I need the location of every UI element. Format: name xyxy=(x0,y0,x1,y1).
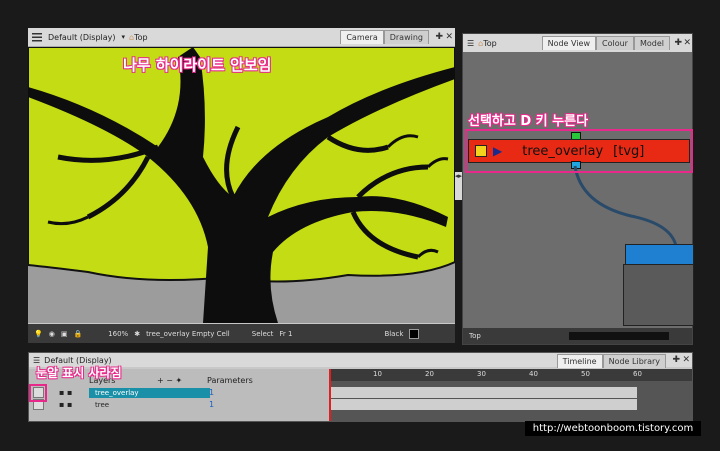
frame-track[interactable] xyxy=(329,399,637,410)
lock-toggle[interactable]: ▪ ▪ xyxy=(59,388,72,397)
layer-name[interactable]: tree_overlay xyxy=(89,387,210,398)
tab-node-view[interactable]: Node View xyxy=(541,36,596,50)
view-mode-select[interactable]: Default (Display) xyxy=(48,33,116,42)
camera-stage[interactable] xyxy=(28,47,455,323)
tab-node-library[interactable]: Node Library xyxy=(602,354,666,368)
tree-drawing xyxy=(28,47,455,323)
breadcrumb[interactable]: Top xyxy=(134,33,148,42)
playhead[interactable] xyxy=(329,369,331,421)
eye-highlight-box xyxy=(29,384,47,402)
current-color: Black xyxy=(384,329,404,338)
lock-icon[interactable]: 🔒 xyxy=(73,330,82,338)
tab-colour[interactable]: Colour xyxy=(596,36,634,50)
timeline-panel: ☰ Default (Display) Timeline Node Librar… xyxy=(28,352,693,422)
camera-footer: 💡 ◉ ▣ 🔒 160% ✱ tree_overlay Empty Cell S… xyxy=(28,324,455,343)
menu-icon[interactable] xyxy=(32,32,44,42)
frame-icon[interactable]: ▣ xyxy=(61,330,68,338)
dropdown-arrow-icon[interactable]: ▾ xyxy=(122,33,126,41)
add-view-icon[interactable]: ✚ xyxy=(435,32,443,42)
frame-track[interactable] xyxy=(329,387,637,398)
tab-model[interactable]: Model xyxy=(633,36,670,50)
node-view-panel: ☰ ⌂ Top Node View Colour Model ✚ ✕ ▶ tre… xyxy=(462,33,694,345)
frame-ruler[interactable]: 10 20 30 40 50 60 xyxy=(329,369,692,381)
eye-note: 눈알 표시 사라짐 xyxy=(36,366,122,380)
current-cell: tree_overlay Empty Cell xyxy=(146,329,230,338)
collapse-handle[interactable]: ◂▸ xyxy=(455,172,462,200)
camera-toolbar: Default (Display) ▾ ⌂ Top Camera Drawing… xyxy=(28,28,455,47)
footer-label: Top xyxy=(469,332,481,340)
watermark: http://webtoonboom.tistory.com xyxy=(525,421,701,436)
ruler-tick: 40 xyxy=(529,370,538,378)
onion-icon[interactable]: ◉ xyxy=(49,330,55,338)
layer-name[interactable]: tree xyxy=(89,400,210,410)
parameters-label: Parameters xyxy=(207,376,253,385)
close-icon[interactable]: ✕ xyxy=(682,355,690,365)
layer-row[interactable]: ▪ ▪ tree_overlay 1 xyxy=(29,387,329,398)
layer-value: 1 xyxy=(209,388,215,397)
lock-toggle[interactable]: ▪ ▪ xyxy=(59,400,72,409)
ruler-tick: 30 xyxy=(477,370,486,378)
close-icon[interactable]: ✕ xyxy=(445,32,453,42)
zoom-slider[interactable] xyxy=(568,332,669,340)
add-view-icon[interactable]: ✚ xyxy=(674,38,682,48)
color-swatch[interactable] xyxy=(409,328,420,339)
node-view-footer: Top xyxy=(463,328,692,344)
tab-drawing[interactable]: Drawing xyxy=(383,30,429,44)
frame-area[interactable]: 10 20 30 40 50 60 xyxy=(329,369,692,421)
node-highlight-box xyxy=(465,129,693,173)
ruler-tick: 50 xyxy=(581,370,590,378)
zoom-level[interactable]: 160% xyxy=(108,330,128,338)
ruler-tick: 20 xyxy=(425,370,434,378)
tool-name: Select xyxy=(251,329,274,338)
tree-note: 나무 하이라이트 안보임 xyxy=(123,56,272,74)
add-view-icon[interactable]: ✚ xyxy=(672,355,680,365)
ruler-tick: 60 xyxy=(633,370,642,378)
cell-gear-icon[interactable]: ✱ xyxy=(134,330,140,338)
camera-panel: Default (Display) ▾ ⌂ Top Camera Drawing… xyxy=(28,28,455,343)
add-layer-button[interactable]: + − ✦ xyxy=(157,376,182,385)
node-note: 선택하고 D 키 누른다 xyxy=(468,114,589,129)
breadcrumb[interactable]: Top xyxy=(483,39,497,48)
layer-row[interactable]: ▪ ▪ tree 1 xyxy=(29,399,329,410)
light-icon[interactable]: 💡 xyxy=(34,330,43,338)
menu-icon[interactable]: ☰ xyxy=(467,39,474,48)
timeline-toolbar: ☰ Default (Display) Timeline Node Librar… xyxy=(29,353,692,368)
node-connection xyxy=(573,165,678,247)
navigator-thumbnail[interactable] xyxy=(623,264,694,326)
close-icon[interactable]: ✕ xyxy=(683,38,691,48)
tab-camera[interactable]: Camera xyxy=(340,30,384,44)
tab-timeline[interactable]: Timeline xyxy=(556,354,603,368)
layer-value: 1 xyxy=(209,400,215,409)
ruler-tick: 10 xyxy=(373,370,382,378)
node-view-toolbar: ☰ ⌂ Top Node View Colour Model ✚ ✕ xyxy=(463,34,692,52)
frame-number: Fr 1 xyxy=(279,329,293,338)
